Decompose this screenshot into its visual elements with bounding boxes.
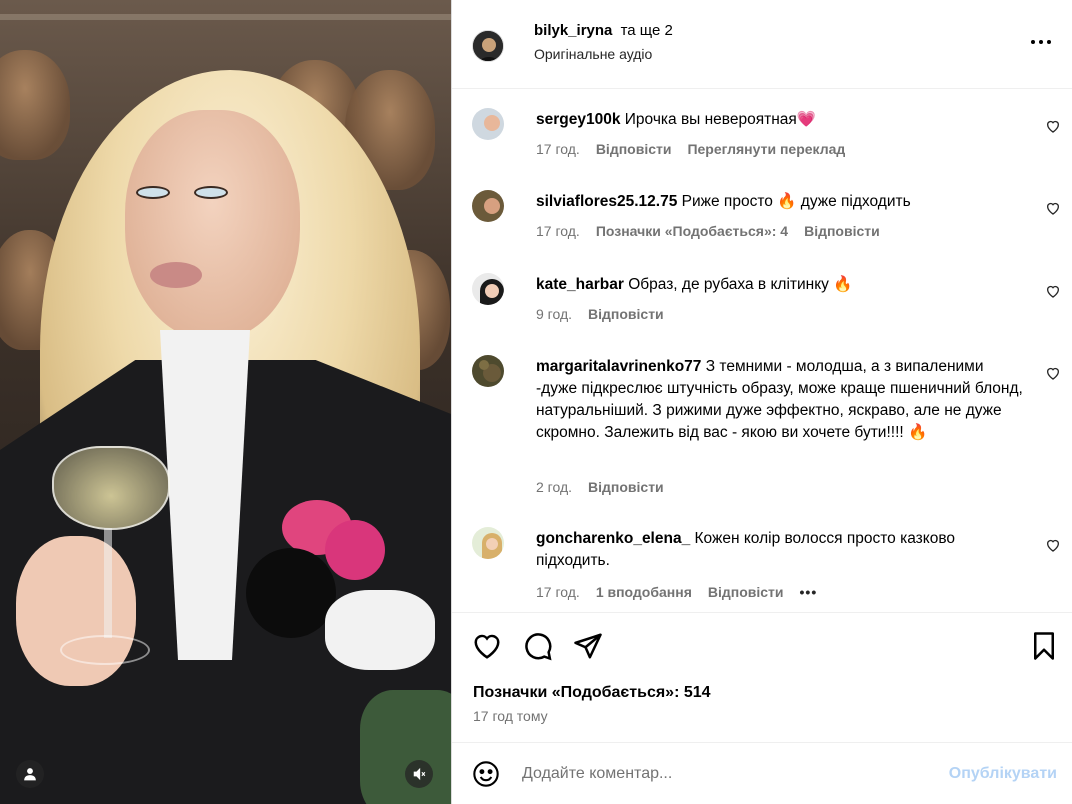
black-flower — [246, 548, 336, 638]
post-media[interactable] — [0, 0, 451, 804]
post-panel: bilyk_iryna та ще 2 Оригінальне аудіо se… — [451, 0, 1072, 804]
comment-input[interactable] — [522, 759, 922, 789]
user-icon — [24, 768, 36, 781]
share-icon[interactable] — [573, 631, 603, 661]
eye — [194, 186, 228, 199]
comment-username[interactable]: sergey100k — [536, 111, 620, 128]
publish-button[interactable]: Опублікувати — [949, 765, 1057, 783]
comment-body: silviaflores25.12.75 Риже просто 🔥 дуже … — [536, 191, 1026, 213]
christmas-tree — [360, 690, 451, 804]
comment-icon[interactable] — [523, 631, 553, 661]
comment-meta: 9 год. Відповісти — [536, 306, 664, 322]
heart-icon[interactable] — [1045, 200, 1061, 216]
comment-more-icon[interactable]: ••• — [800, 584, 818, 600]
translate-button[interactable]: Переглянути переклад — [687, 141, 845, 157]
reply-button[interactable]: Відповісти — [596, 141, 672, 157]
reply-button[interactable]: Відповісти — [588, 306, 664, 322]
author-username[interactable]: bilyk_iryna — [534, 22, 612, 39]
comment-meta: 17 год. Позначки «Подобається»: 4 Відпов… — [536, 223, 880, 239]
comment-time[interactable]: 2 год. — [536, 479, 572, 495]
comment-likes[interactable]: Позначки «Подобається»: 4 — [596, 223, 788, 239]
eye — [136, 186, 170, 199]
comment-text: Риже просто 🔥 дуже підходить — [681, 193, 911, 210]
author-avatar[interactable] — [472, 30, 504, 62]
champagne-glass — [52, 446, 170, 530]
reply-button[interactable]: Відповісти — [804, 223, 880, 239]
comment-username[interactable]: margaritalavrinenko77 — [536, 358, 701, 375]
post-time[interactable]: 17 год тому — [473, 708, 548, 724]
comment-meta: 17 год. 1 вподобання Відповісти ••• — [536, 584, 817, 600]
comment-username[interactable]: kate_harbar — [536, 276, 624, 293]
more-options-icon[interactable] — [1029, 32, 1053, 52]
reply-button[interactable]: Відповісти — [708, 584, 784, 600]
comment-username[interactable]: silviaflores25.12.75 — [536, 193, 677, 210]
commenter-avatar[interactable] — [472, 108, 504, 140]
emoji-icon[interactable] — [472, 760, 500, 788]
comment-time[interactable]: 17 год. — [536, 141, 580, 157]
bookmark-icon[interactable] — [1029, 631, 1059, 661]
wig-shelf — [0, 14, 451, 20]
commenter-avatar[interactable] — [472, 273, 504, 305]
reply-button[interactable]: Відповісти — [588, 479, 664, 495]
comment-body: goncharenko_elena_ Кожен колір волосся п… — [536, 528, 1026, 572]
comment-time[interactable]: 17 год. — [536, 584, 580, 600]
heart-icon[interactable] — [1045, 118, 1061, 134]
comment-time[interactable]: 17 год. — [536, 223, 580, 239]
mute-button[interactable] — [405, 760, 433, 788]
post-header: bilyk_iryna та ще 2 Оригінальне аудіо — [452, 0, 1072, 89]
comment-username[interactable]: goncharenko_elena_ — [536, 530, 690, 547]
lips — [150, 262, 202, 288]
face — [125, 110, 300, 340]
likes-count[interactable]: Позначки «Подобається»: 514 — [473, 684, 711, 702]
heart-icon[interactable] — [1045, 283, 1061, 299]
comment-meta: 17 год. Відповісти Переглянути переклад — [536, 141, 845, 157]
coauthors-link[interactable]: та ще 2 — [621, 22, 673, 39]
comment-likes[interactable]: 1 вподобання — [596, 584, 692, 600]
commenter-avatar[interactable] — [472, 527, 504, 559]
shirt-cuff — [325, 590, 435, 670]
add-comment-bar: Опублікувати — [452, 742, 1072, 804]
comment-text: Ирочка вы невероятная💗 — [624, 111, 817, 128]
heart-icon[interactable] — [1045, 537, 1061, 553]
comment-meta: 2 год. Відповісти — [536, 479, 664, 495]
audio-label[interactable]: Оригінальне аудіо — [534, 46, 652, 62]
user-tags-button[interactable] — [16, 760, 44, 788]
comment-body: kate_harbar Образ, де рубаха в клітинку … — [536, 274, 1026, 296]
speaker-muted-icon — [413, 767, 426, 781]
glass-foot — [60, 635, 150, 665]
comment-time[interactable]: 9 год. — [536, 306, 572, 322]
commenter-avatar[interactable] — [472, 190, 504, 222]
post-authors: bilyk_iryna та ще 2 — [534, 22, 673, 39]
commenter-avatar[interactable] — [472, 355, 504, 387]
post-actions: Позначки «Подобається»: 514 17 год тому — [452, 612, 1072, 742]
glass-stem — [104, 528, 112, 638]
comment-body: sergey100k Ирочка вы невероятная💗 — [536, 109, 1026, 131]
pink-flower — [325, 520, 385, 580]
heart-icon[interactable] — [1045, 365, 1061, 381]
heart-icon[interactable] — [472, 631, 502, 661]
comment-body: margaritalavrinenko77 З темними - молодш… — [536, 356, 1026, 444]
background-wig — [0, 50, 70, 160]
comment-text: Образ, де рубаха в клітинку 🔥 — [628, 276, 853, 293]
